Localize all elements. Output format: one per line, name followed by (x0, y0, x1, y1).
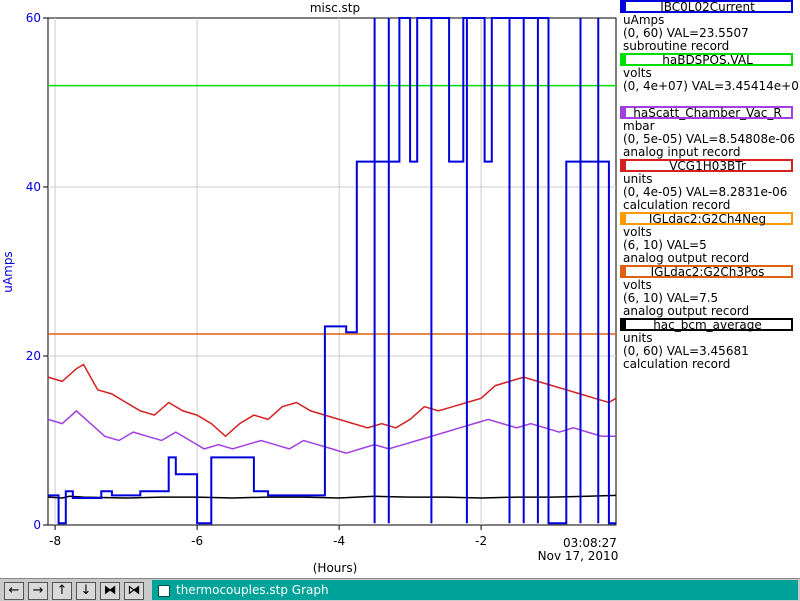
y-axis-ticks: 0 20 40 60 (26, 11, 48, 532)
x-tick-label: -2 (475, 534, 487, 548)
legend-info: (0, 60) VAL=23.5507 (623, 26, 749, 40)
legend-info: (6, 10) VAL=7.5 (623, 291, 719, 305)
legend-color-swatch (620, 0, 626, 13)
x-tick-label: -6 (191, 534, 203, 548)
legend-units: units (623, 331, 653, 345)
legend-info: (0, 4e-05) VAL=8.2831e-06 (623, 185, 788, 199)
legend-trace-name[interactable]: haScatt_Chamber_Vac_R (622, 106, 793, 119)
zoom-out-time-icon[interactable]: ⧒ (124, 582, 144, 600)
series-line-2 (47, 363, 617, 438)
legend-entry[interactable]: haBDSPOS.VAL volts (0, 4e+07) VAL=3.45414e… (620, 53, 800, 106)
tab-thermocouples-graph[interactable]: thermocouples.stp Graph (152, 580, 798, 600)
legend-record: analog input record (623, 145, 741, 159)
arrow-down-icon[interactable]: ↓ (76, 582, 96, 600)
legend-color-swatch (620, 159, 626, 172)
arrow-left-icon[interactable]: ← (4, 582, 24, 600)
legend-info: (0, 5e-05) VAL=8.54808e-06 (623, 132, 796, 146)
legend-color-swatch (620, 265, 626, 278)
legend-record: calculation record (623, 198, 731, 212)
legend-units: uAmps (623, 13, 665, 27)
legend-record: subroutine record (623, 39, 730, 53)
legend-trace-name[interactable]: hac_bcm_average (622, 318, 793, 331)
y-tick-label: 40 (26, 180, 41, 194)
x-tick-label: -8 (49, 534, 61, 548)
legend-info: (0, 60) VAL=3.45681 (623, 344, 749, 358)
y-tick-label: 20 (26, 349, 41, 363)
graph-tab-icon (158, 585, 170, 597)
y-axis-label: uAmps (1, 251, 15, 292)
legend-trace-name[interactable]: IBC0L02Current (622, 0, 793, 13)
arrow-up-icon[interactable]: ↑ (52, 582, 72, 600)
legend-color-swatch (620, 318, 626, 331)
legend-entry[interactable]: hac_bcm_average units (0, 60) VAL=3.45681 c… (620, 318, 800, 371)
legend-trace-name[interactable]: IGLdac2:G2Ch4Neg (622, 212, 793, 225)
legend-units: volts (623, 66, 652, 80)
legend-units: mbar (623, 119, 655, 133)
legend-units: volts (623, 225, 652, 239)
legend-record: calculation record (623, 357, 731, 371)
legend-info: (0, 4e+07) VAL=3.45414e+07 (623, 79, 800, 93)
legend-trace-name[interactable]: VCG1H03BTr (622, 159, 793, 172)
legend-info: (6, 10) VAL=5 (623, 238, 707, 252)
x-tick-label: -4 (333, 534, 345, 548)
chart-title: misc.stp (310, 1, 360, 15)
legend-color-swatch (620, 212, 626, 225)
plot-area[interactable]: misc.stp 0204060 -8 -6 -4 -2 uAmps (Hours) … (0, 0, 620, 578)
y-tick-label: 0 (33, 518, 41, 532)
end-date: Nov 17, 2010 (538, 549, 619, 563)
legend-color-swatch (620, 53, 626, 66)
legend-record: analog output record (623, 251, 750, 265)
legend-entry[interactable]: VCG1H03BTr units (0, 4e-05) VAL=8.2831e-06… (620, 159, 800, 212)
x-axis-ticks: -8 -6 -4 -2 (49, 525, 487, 548)
tab-label: thermocouples.stp Graph (176, 583, 329, 597)
legend-trace-name[interactable]: IGLdac2:G2Ch3Pos (622, 265, 793, 278)
legend-entry[interactable]: IGLdac2:G2Ch3Pos volts (6, 10) VAL=7.5 anal… (620, 265, 800, 318)
x-axis-label: (Hours) (313, 561, 358, 575)
legend-entry[interactable]: IBC0L02Current uAmps (0, 60) VAL=23.5507 su… (620, 0, 800, 53)
legend-entry[interactable]: IGLdac2:G2Ch4Neg volts (6, 10) VAL=5 analog… (620, 212, 800, 265)
legend-entry[interactable]: haScatt_Chamber_Vac_R mbar (0, 5e-05) VAL=… (620, 106, 800, 159)
zoom-in-time-icon[interactable]: ⧓ (100, 582, 120, 600)
y-tick-label: 60 (26, 11, 41, 25)
series-line-5 (48, 17, 616, 525)
legend-color-swatch (620, 106, 626, 119)
bottom-toolbar: ← → ↑ ↓ ⧓ ⧒ thermocouples.stp Graph (0, 578, 800, 601)
legend-units: volts (623, 278, 652, 292)
legend-units: units (623, 172, 653, 186)
legend-panel: IBC0L02Current uAmps (0, 60) VAL=23.5507 su… (620, 0, 800, 371)
arrow-right-icon[interactable]: → (28, 582, 48, 600)
series-layer (47, 17, 617, 525)
legend-trace-name[interactable]: haBDSPOS.VAL (622, 53, 793, 66)
legend-record: analog output record (623, 304, 750, 318)
end-time: 03:08:27 (563, 536, 617, 550)
